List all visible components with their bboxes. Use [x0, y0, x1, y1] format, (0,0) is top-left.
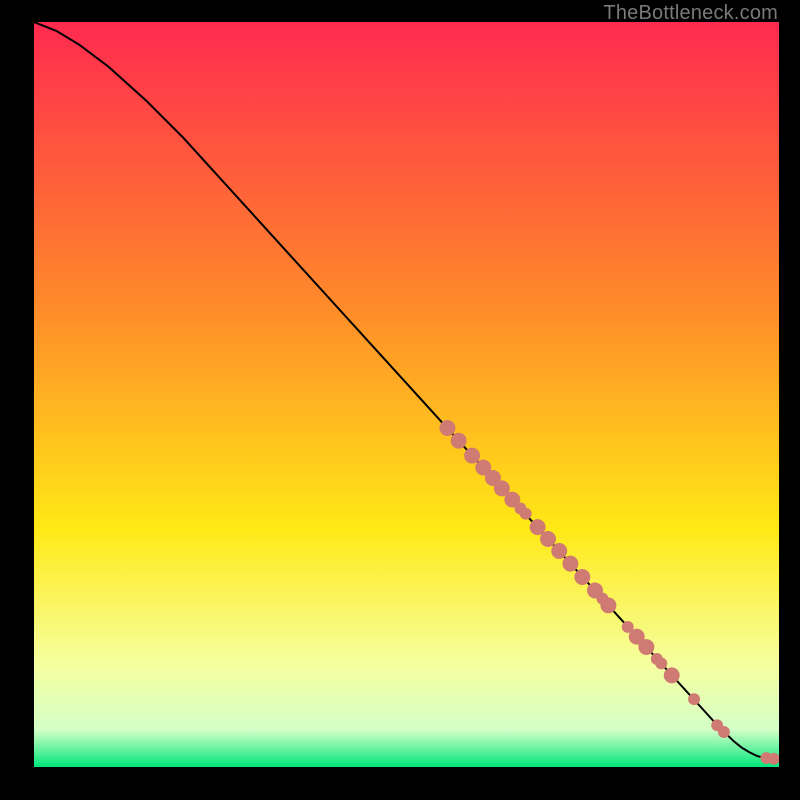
data-point	[638, 639, 654, 655]
chart-svg	[34, 22, 779, 767]
data-point	[688, 693, 700, 705]
data-point	[600, 597, 616, 613]
data-point	[440, 420, 456, 436]
data-point	[451, 433, 467, 449]
gradient-background	[34, 22, 779, 767]
data-point	[520, 508, 532, 520]
data-point	[530, 519, 546, 535]
data-point	[464, 448, 480, 464]
data-point	[664, 667, 680, 683]
data-point	[540, 531, 556, 547]
data-point	[655, 657, 667, 669]
data-point	[574, 569, 590, 585]
data-point	[551, 543, 567, 559]
data-point	[562, 556, 578, 572]
chart-container: TheBottleneck.com	[0, 0, 800, 800]
plot-area	[34, 22, 779, 767]
data-point	[718, 726, 730, 738]
